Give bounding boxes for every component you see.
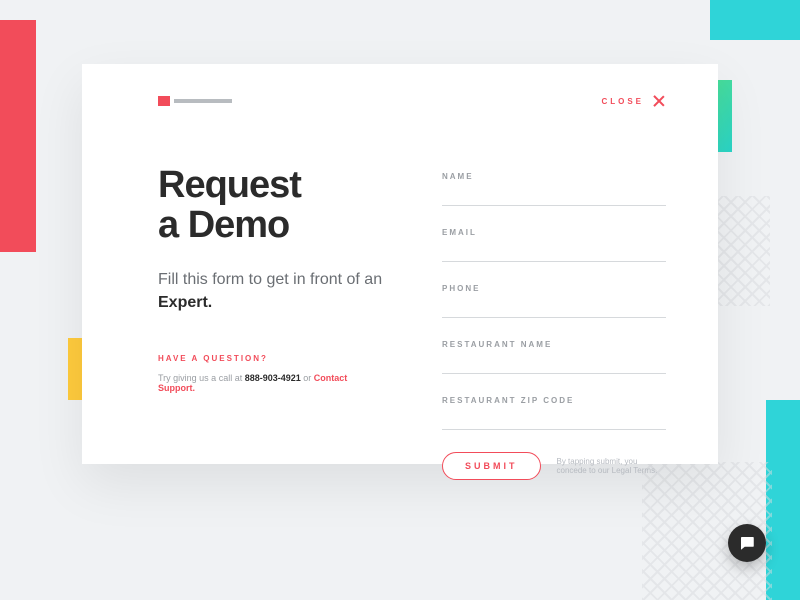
phone-label: PHONE — [442, 284, 666, 293]
modal-left-panel: Request a Demo Fill this form to get in … — [158, 166, 384, 480]
support-line: Try giving us a call at 888-903-4921 or … — [158, 373, 384, 393]
title-line-1: Request — [158, 164, 301, 206]
email-label: EMAIL — [442, 228, 666, 237]
subtitle-text: Fill this form to get in front of an — [158, 271, 382, 288]
support-mid: or — [301, 373, 314, 383]
name-input[interactable] — [442, 187, 666, 206]
page-title: Request a Demo — [158, 166, 384, 246]
submit-button[interactable]: SUBMIT — [442, 452, 541, 480]
support-phone: 888-903-4921 — [245, 373, 301, 383]
progress-step-remaining — [174, 99, 232, 103]
decor-red-block — [0, 20, 36, 252]
phone-input[interactable] — [442, 299, 666, 318]
restaurant-name-label: RESTAURANT NAME — [442, 340, 666, 349]
demo-form: NAME EMAIL PHONE RESTAURANT NAME RESTAUR… — [442, 166, 666, 480]
name-label: NAME — [442, 172, 666, 181]
demo-modal: CLOSE Request a Demo Fill this form to g… — [82, 64, 718, 464]
legal-text: By tapping submit, you concede to our Le… — [557, 457, 667, 475]
title-line-2: a Demo — [158, 204, 289, 246]
chat-widget-button[interactable] — [728, 524, 766, 562]
progress-indicator — [158, 96, 232, 106]
subtitle: Fill this form to get in front of an Exp… — [158, 268, 384, 314]
progress-step-active — [158, 96, 170, 106]
restaurant-zip-input[interactable] — [442, 411, 666, 430]
modal-topbar: CLOSE — [158, 94, 666, 108]
subtitle-highlight: Expert. — [158, 291, 212, 314]
restaurant-name-input[interactable] — [442, 355, 666, 374]
close-icon — [652, 94, 666, 108]
close-label: CLOSE — [601, 97, 644, 106]
email-input[interactable] — [442, 243, 666, 262]
chat-icon — [738, 534, 756, 552]
restaurant-zip-label: RESTAURANT ZIP CODE — [442, 396, 666, 405]
decor-cyan-top — [710, 0, 800, 40]
question-heading: HAVE A QUESTION? — [158, 354, 384, 363]
support-pre: Try giving us a call at — [158, 373, 245, 383]
close-button[interactable]: CLOSE — [601, 94, 666, 108]
